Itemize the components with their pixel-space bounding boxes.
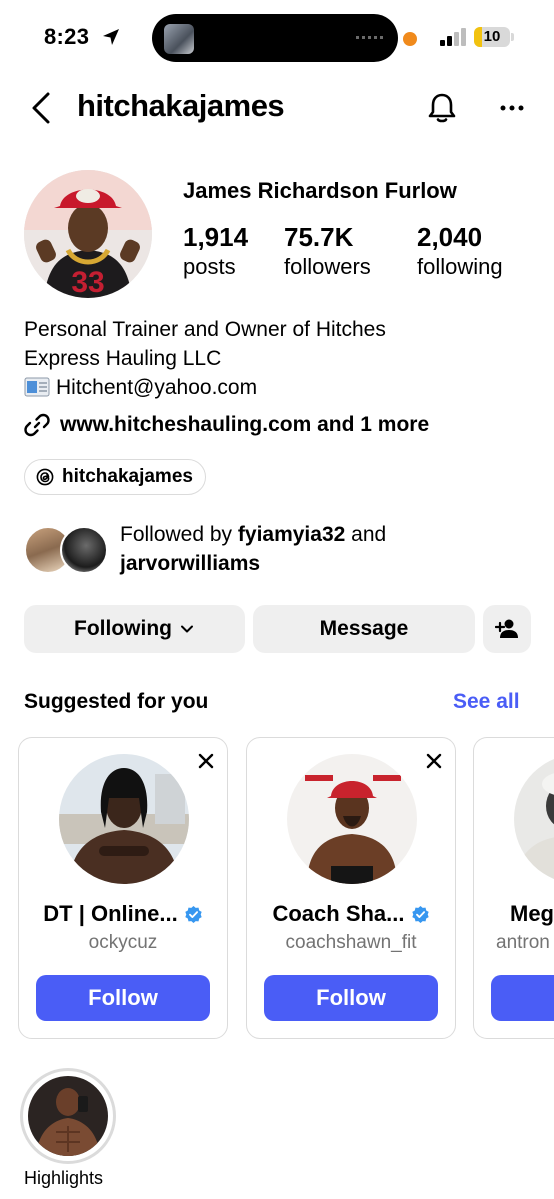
suggestion-card[interactable]: Meg antron Fo bbox=[473, 737, 554, 1039]
followed-by-user: jarvorwilliams bbox=[120, 552, 261, 575]
posts-count: 1,914 bbox=[183, 222, 249, 252]
svg-text:33: 33 bbox=[71, 266, 104, 298]
website-link-text: www.hitcheshauling.com and 1 more bbox=[60, 413, 430, 436]
followed-by-text: Followed by fyiamyia32 and jarvorwilliam… bbox=[120, 520, 386, 578]
bio: Personal Trainer and Owner of Hitches Ex… bbox=[24, 315, 386, 402]
battery-cap bbox=[511, 33, 514, 41]
suggestion-name-row: Coach Sha... bbox=[247, 901, 455, 927]
page-title: hitchakajames bbox=[77, 88, 285, 123]
see-all-link[interactable]: See all bbox=[453, 690, 520, 714]
waveform-icon bbox=[356, 36, 384, 39]
add-user-button[interactable] bbox=[483, 605, 531, 653]
following-button[interactable]: Following bbox=[24, 605, 245, 653]
suggestion-name: DT | Online... bbox=[43, 901, 178, 926]
status-bar: 8:23 10 bbox=[0, 0, 554, 76]
add-user-icon bbox=[495, 619, 518, 638]
bio-line: Personal Trainer and Owner of Hitches bbox=[24, 318, 386, 341]
location-arrow-icon bbox=[103, 29, 119, 45]
suggestion-handle: ockycuz bbox=[88, 932, 158, 953]
suggestion-avatar[interactable] bbox=[287, 754, 417, 884]
suggested-title: Suggested for you bbox=[24, 690, 209, 713]
verified-badge-icon bbox=[185, 905, 202, 923]
message-button[interactable]: Message bbox=[253, 605, 475, 653]
message-button-label: Message bbox=[319, 617, 409, 640]
posts-stat[interactable]: 1,914 posts bbox=[183, 222, 248, 282]
bio-line: Express Hauling LLC bbox=[24, 347, 222, 370]
suggestion-name: Coach Sha... bbox=[272, 901, 405, 926]
follow-button[interactable]: Follow bbox=[36, 975, 210, 1021]
following-stat[interactable]: 2,040 following bbox=[417, 222, 503, 282]
followed-by-prefix: Followed by bbox=[120, 523, 238, 546]
close-icon[interactable] bbox=[425, 752, 443, 770]
suggestion-avatar[interactable] bbox=[59, 754, 189, 884]
suggestion-avatar[interactable] bbox=[514, 754, 554, 884]
following-label: following bbox=[417, 254, 503, 279]
cellular-signal-icon bbox=[440, 28, 466, 46]
mutual-avatar bbox=[60, 526, 108, 574]
profile-avatar[interactable]: 33 bbox=[24, 170, 152, 298]
recording-indicator-icon bbox=[403, 32, 417, 46]
following-count: 2,040 bbox=[417, 222, 483, 252]
posts-label: posts bbox=[183, 254, 236, 279]
suggestion-card[interactable]: Coach Sha... coachshawn_fit Follow bbox=[246, 737, 456, 1039]
bell-icon[interactable] bbox=[424, 90, 460, 126]
suggestion-handle: coachshawn_fit bbox=[285, 932, 417, 953]
suggestion-name-row: Meg bbox=[474, 901, 554, 927]
highlight-cover[interactable] bbox=[28, 1076, 108, 1156]
close-icon[interactable] bbox=[197, 752, 215, 770]
threads-handle: hitchakajames bbox=[62, 466, 193, 487]
follow-button[interactable]: Follow bbox=[264, 975, 438, 1021]
suggestion-name-row: DT | Online... bbox=[19, 901, 227, 927]
followed-by-user: fyiamyia32 bbox=[237, 523, 346, 546]
suggestion-card[interactable]: DT | Online... ockycuz Follow bbox=[18, 737, 228, 1039]
more-horizontal-icon[interactable] bbox=[496, 96, 528, 120]
mutual-followers[interactable]: Followed by fyiamyia32 and jarvorwilliam… bbox=[24, 518, 534, 582]
link-icon bbox=[24, 413, 50, 437]
battery-level: 10 bbox=[483, 28, 501, 45]
chevron-down-icon bbox=[180, 625, 193, 633]
followers-label: followers bbox=[284, 254, 371, 279]
email-line[interactable]: Hitchent@yahoo.com bbox=[24, 373, 386, 402]
verified-badge-icon bbox=[411, 905, 429, 923]
threads-badge[interactable]: hitchakajames bbox=[24, 459, 206, 495]
email-icon bbox=[24, 377, 50, 397]
suggestion-handle: antron bbox=[496, 932, 550, 953]
follow-button[interactable]: Fo bbox=[491, 975, 554, 1021]
suggestion-name: Meg bbox=[510, 901, 554, 926]
followers-stat[interactable]: 75.7K followers bbox=[284, 222, 371, 282]
threads-icon bbox=[36, 468, 54, 486]
status-time: 8:23 bbox=[44, 24, 90, 49]
website-link[interactable]: www.hitcheshauling.com and 1 more bbox=[24, 410, 429, 440]
following-button-label: Following bbox=[74, 617, 172, 640]
full-name: James Richardson Furlow bbox=[183, 178, 457, 203]
followed-by-and: and bbox=[345, 523, 387, 546]
now-playing-thumbnail bbox=[164, 24, 194, 54]
highlight-label: Highlights bbox=[24, 1168, 104, 1188]
battery-icon: 10 bbox=[474, 27, 510, 47]
email-text: Hitchent@yahoo.com bbox=[56, 376, 258, 399]
followers-count: 75.7K bbox=[284, 222, 354, 252]
back-chevron-icon[interactable] bbox=[28, 90, 56, 126]
